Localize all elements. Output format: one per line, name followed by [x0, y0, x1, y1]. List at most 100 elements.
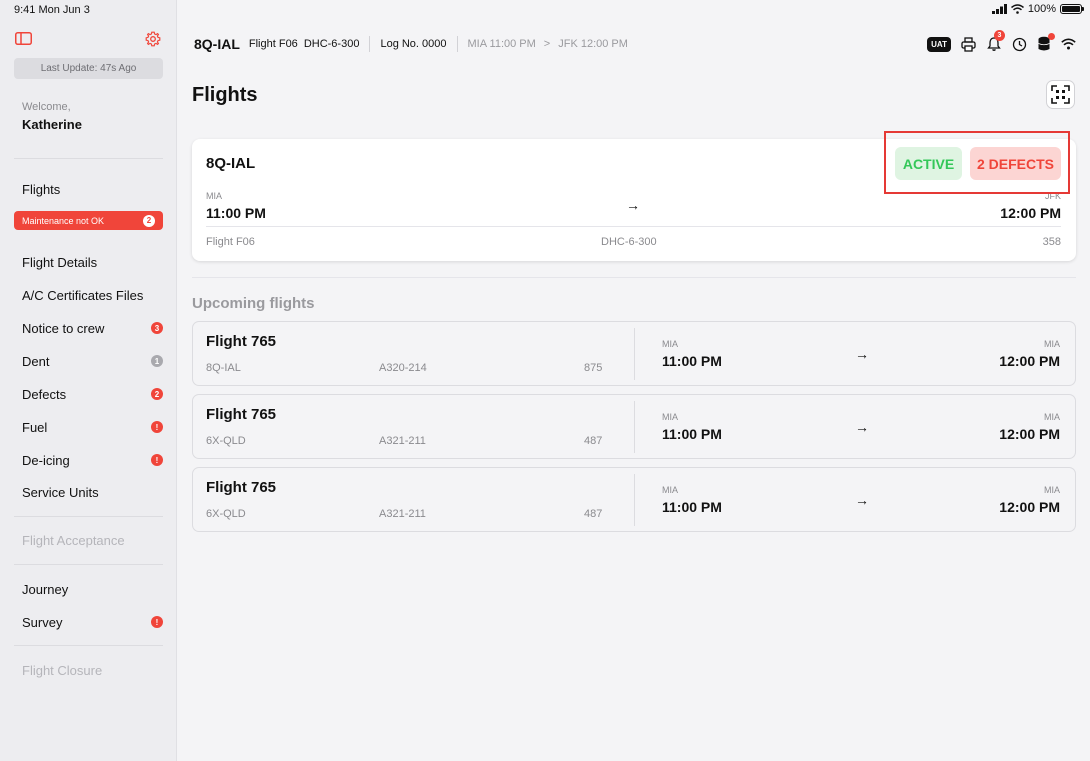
arrival-time: 12:00 PM: [999, 426, 1060, 442]
card-separator: [634, 401, 635, 453]
alert-badge: !: [151, 454, 163, 466]
card-separator: [634, 328, 635, 380]
sidebar-item-label: Flight Acceptance: [22, 532, 125, 548]
gear-icon[interactable]: [145, 31, 161, 47]
card-divider: [206, 226, 1061, 227]
page-title: Flights: [192, 84, 258, 106]
maintenance-alert[interactable]: Maintenance not OK 2: [14, 211, 163, 230]
sidebar-item-ac-certificates[interactable]: A/C Certificates Files: [22, 285, 163, 305]
sidebar-item-label: Dent: [22, 353, 50, 369]
upcoming-flights-title: Upcoming flights: [192, 295, 315, 312]
user-name: Katherine: [22, 117, 82, 132]
welcome-label: Welcome,: [22, 101, 71, 113]
arrival-code: MIA: [1043, 485, 1060, 495]
arrival-code: MIA: [1043, 339, 1060, 349]
sync-alert-dot: [1048, 33, 1055, 40]
active-flight-registration: 8Q-IAL: [206, 155, 256, 172]
sidebar-item-label: Flight Details: [22, 254, 98, 270]
upcoming-flight-card[interactable]: Flight 765 6X-QLD A321-211 487 MIA 11:00…: [192, 394, 1076, 459]
sync-status-button[interactable]: [1037, 33, 1055, 52]
sidebar-item-flights[interactable]: Flights: [22, 179, 163, 199]
sidebar-item-flight-closure: Flight Closure: [22, 660, 163, 680]
sidebar-item-label: Journey: [22, 581, 69, 597]
notification-count: 3: [994, 30, 1005, 41]
highlight-annotation: [884, 131, 1070, 194]
sidebar-item-journey[interactable]: Journey: [22, 579, 163, 599]
sidebar-item-de-icing[interactable]: De-icing !: [22, 450, 163, 470]
arrival-time: 12:00 PM: [999, 353, 1060, 369]
sidebar-item-label: Flights: [22, 181, 61, 197]
departure-code: MIA: [662, 485, 679, 495]
alert-badge: !: [151, 421, 163, 433]
header-flight: Flight F06: [248, 38, 298, 50]
sidebar-item-notice-to-crew[interactable]: Notice to crew 3: [22, 318, 163, 338]
sidebar-item-flight-details[interactable]: Flight Details: [22, 252, 163, 272]
uat-badge[interactable]: UAT: [927, 36, 951, 52]
header-route-to: JFK 12:00 PM: [558, 38, 628, 50]
sidebar-divider: [14, 564, 163, 565]
upcoming-flight-card[interactable]: Flight 765 6X-QLD A321-211 487 MIA 11:00…: [192, 467, 1076, 532]
upcoming-flight-registration: 8Q-IAL: [206, 362, 241, 374]
sidebar-item-label: Survey: [22, 614, 63, 630]
header-registration: 8Q-IAL: [194, 36, 240, 52]
status-time: 9:41 Mon Jun 3: [14, 4, 90, 16]
history-icon[interactable]: [1012, 37, 1027, 52]
scan-button[interactable]: [1046, 80, 1075, 109]
count-badge: 1: [151, 355, 163, 367]
sidebar-toggle-icon[interactable]: [15, 32, 32, 45]
arrival-time: 12:00 PM: [1000, 205, 1061, 221]
sidebar-item-label: Fuel: [22, 419, 48, 435]
sidebar-item-defects[interactable]: Defects 2: [22, 384, 163, 404]
sidebar-item-fuel[interactable]: Fuel !: [22, 417, 163, 437]
sidebar-item-label: De-icing: [22, 452, 70, 468]
departure-code: MIA: [662, 412, 679, 422]
active-flight-number: Flight F06: [206, 236, 255, 248]
upcoming-flight-aircraft-type: A320-214: [379, 362, 427, 374]
chevron-right-icon: >: [543, 38, 551, 50]
arrival-code: MIA: [1043, 412, 1060, 422]
departure-time: 11:00 PM: [662, 353, 722, 369]
upcoming-flight-registration: 6X-QLD: [206, 435, 246, 447]
upcoming-flight-name: Flight 765: [206, 479, 277, 496]
count-badge: 3: [151, 322, 163, 334]
upcoming-flight-aircraft-type: A321-211: [379, 508, 426, 520]
upcoming-flight-name: Flight 765: [206, 333, 277, 350]
arrow-right-icon: →: [855, 492, 869, 508]
wifi-icon[interactable]: [1061, 38, 1076, 50]
active-flight-aircraft-type: DHC-6-300: [601, 236, 657, 248]
upcoming-flight-aircraft-type: A321-211: [379, 435, 426, 447]
sidebar-item-survey[interactable]: Survey !: [22, 612, 163, 632]
departure-time: 11:00 PM: [662, 426, 722, 442]
sidebar-item-label: Service Units: [22, 484, 99, 500]
signal-icon: [991, 4, 1007, 14]
upcoming-flight-card[interactable]: Flight 765 8Q-IAL A320-214 875 MIA 11:00…: [192, 321, 1076, 386]
departure-code: MIA: [662, 339, 679, 349]
header-route: MIA 11:00 PM > JFK 12:00 PM: [468, 38, 628, 50]
maintenance-label: Maintenance not OK: [22, 215, 105, 226]
printer-icon[interactable]: [961, 36, 976, 52]
arrival-time: 12:00 PM: [999, 499, 1060, 515]
upcoming-flight-code: 487: [584, 508, 603, 520]
maintenance-count: 2: [143, 214, 155, 227]
header-route-from: MIA 11:00 PM: [467, 38, 536, 50]
upcoming-flight-name: Flight 765: [206, 406, 277, 423]
alert-badge: !: [151, 616, 163, 628]
section-divider: [192, 277, 1076, 278]
wifi-status-icon: [1010, 4, 1024, 14]
sidebar-item-label: Flight Closure: [22, 662, 103, 678]
sidebar-item-label: A/C Certificates Files: [22, 287, 144, 303]
header-toolbar: UAT 3: [927, 30, 1076, 54]
sidebar-item-service-units[interactable]: Service Units: [22, 482, 163, 502]
sidebar-item-dent[interactable]: Dent 1: [22, 351, 163, 371]
departure-time: 11:00 PM: [206, 205, 266, 221]
sidebar-divider: [14, 645, 163, 646]
sidebar-divider: [14, 158, 163, 159]
header-aircraft-type: DHC-6-300: [303, 38, 360, 50]
arrow-right-icon: →: [855, 419, 869, 435]
departure-code: MIA: [206, 191, 223, 201]
scan-icon: [1051, 85, 1070, 104]
battery-icon: [1060, 4, 1084, 14]
notifications-button[interactable]: 3: [986, 30, 1005, 52]
header-separator: [456, 36, 458, 52]
upcoming-flight-code: 875: [584, 362, 603, 374]
